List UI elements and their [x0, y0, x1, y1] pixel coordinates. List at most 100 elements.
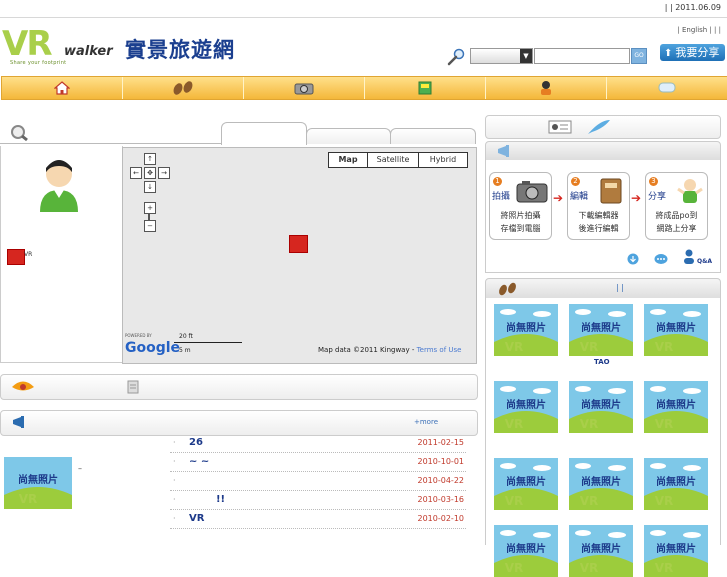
news-title[interactable]: ~ ~: [189, 456, 209, 467]
pan-center-icon[interactable]: ✥: [144, 167, 156, 179]
news-row[interactable]: · !! 2010-03-16: [170, 493, 466, 510]
nav-footprints[interactable]: [123, 77, 244, 99]
nav-map[interactable]: [365, 77, 486, 99]
pan-up-icon[interactable]: ↑: [144, 153, 156, 165]
zoom-out-icon[interactable]: −: [144, 220, 156, 232]
photo-thumbnail[interactable]: 尚無照片 VR: [569, 304, 633, 356]
feather-icon: [588, 120, 610, 134]
pan-left-icon[interactable]: ←: [130, 167, 142, 179]
map-book-icon: [418, 81, 432, 95]
step-desc-2: 網路上分享: [656, 224, 697, 233]
news-row[interactable]: · 2010-04-22: [170, 474, 466, 491]
nav-forum[interactable]: [607, 77, 727, 99]
pan-right-icon[interactable]: →: [158, 167, 170, 179]
share-button[interactable]: ⬆ 我要分享: [660, 44, 725, 61]
footprints-icon: [499, 282, 516, 296]
photo-thumbnail[interactable]: 尚無照片 VR: [644, 458, 708, 510]
person-icon[interactable]: [683, 249, 695, 265]
bullet-icon: ·: [173, 476, 176, 485]
map-type-selector: Map Satellite Hybrid: [328, 152, 468, 168]
photo-placeholder-text: 尚無照片: [581, 321, 621, 334]
news-row[interactable]: · ~ ~ 2010-10-01: [170, 455, 466, 472]
svg-text:VR: VR: [655, 417, 674, 431]
photo-placeholder-text: 尚無照片: [506, 321, 546, 334]
map-copyright: Map data ©2011 Kingway - Terms of Use: [318, 346, 461, 354]
news-thumbnail[interactable]: 尚無照片 VR: [4, 457, 72, 509]
powered-by: POWERED BY: [125, 333, 152, 338]
megaphone-icon: [498, 145, 509, 157]
photo-thumbnail[interactable]: 尚無照片 VR: [494, 381, 558, 433]
news-title[interactable]: 26: [189, 437, 203, 448]
svg-text:VR: VR: [655, 561, 674, 575]
photo-placeholder-text: 尚無照片: [581, 542, 621, 555]
photo-thumbnail[interactable]: 尚無照片 VR: [494, 525, 558, 577]
nav-photos[interactable]: [244, 77, 365, 99]
news-title[interactable]: VR: [189, 513, 204, 524]
google-logo[interactable]: Google: [125, 340, 180, 356]
photo-thumbnail[interactable]: 尚無照片 VR: [644, 525, 708, 577]
bullet-icon: ·: [173, 495, 176, 504]
chat-icon[interactable]: [654, 253, 668, 265]
svg-text:VR: VR: [580, 417, 599, 431]
pan-down-icon[interactable]: ↓: [144, 181, 156, 193]
photo-thumbnail[interactable]: 尚無照片 VR: [569, 525, 633, 577]
terms-link[interactable]: Terms of Use: [417, 346, 462, 354]
photo-thumbnail[interactable]: 尚無照片 VR: [644, 381, 708, 433]
news-date: 2010-04-22: [417, 476, 465, 485]
news-more-link[interactable]: +more: [414, 418, 438, 426]
howto-header: [485, 141, 721, 161]
step-shoot[interactable]: 1 拍攝 將照片拍攝 存檔到電腦: [489, 172, 552, 240]
news-title[interactable]: !!: [216, 494, 225, 505]
photo-placeholder-text: 尚無照片: [581, 398, 621, 411]
step-share[interactable]: 3 分享 將成品po到 網路上分享: [645, 172, 708, 240]
svg-text:VR: VR: [655, 494, 674, 508]
news-row[interactable]: · 26 2011-02-15: [170, 436, 466, 453]
search-category-select[interactable]: ▼: [470, 48, 533, 64]
maptype-satellite[interactable]: Satellite: [368, 153, 419, 167]
photo-thumbnail[interactable]: 尚無照片 VR: [569, 381, 633, 433]
step-label: 拍攝: [492, 192, 511, 202]
maptype-map[interactable]: Map: [329, 153, 368, 167]
step-desc-1: 將照片拍攝: [500, 211, 541, 220]
photo-thumbnail[interactable]: 尚無照片 VR: [494, 458, 558, 510]
language-links[interactable]: | English | | |: [677, 26, 721, 34]
map-marker-icon[interactable]: [289, 235, 308, 253]
zoom-in-icon[interactable]: +: [144, 202, 156, 214]
right-top-panel: [485, 115, 721, 139]
eye-icon: [12, 381, 34, 391]
go-button[interactable]: GO: [631, 48, 647, 64]
tab-3[interactable]: [390, 128, 476, 144]
top-date: | | 2011.06.09: [664, 3, 721, 12]
main-nav: [1, 76, 727, 100]
svg-text:VR: VR: [19, 492, 38, 506]
step-label: 分享: [648, 192, 667, 202]
step-edit[interactable]: 2 編輯 下載編輯器 後進行編輯: [567, 172, 630, 240]
download-icon[interactable]: [627, 253, 639, 265]
nav-member[interactable]: [486, 77, 607, 99]
avatar[interactable]: [38, 158, 80, 212]
tab-2[interactable]: [306, 128, 391, 144]
photo-thumbnail[interactable]: 尚無照片 VR: [494, 304, 558, 356]
logo-vr: VR: [2, 24, 52, 64]
arrow-right-icon: ➔: [553, 191, 564, 205]
site-logo[interactable]: VR walker Share your footprint: [2, 26, 117, 68]
qa-link[interactable]: Q&A: [697, 258, 712, 265]
tab-active[interactable]: [221, 122, 307, 145]
maptype-hybrid[interactable]: Hybrid: [419, 153, 467, 167]
search-tabs: [0, 122, 476, 145]
photo-thumbnail[interactable]: 尚無照片 VR: [569, 458, 633, 510]
svg-text:VR: VR: [580, 561, 599, 575]
camera-icon: [516, 181, 548, 203]
search-input[interactable]: [534, 48, 630, 64]
scale-metric: 5 m: [179, 347, 191, 354]
nav-home[interactable]: [2, 77, 123, 99]
megaphone-icon: [13, 416, 24, 428]
news-date: 2011-02-15: [417, 438, 465, 447]
map-view[interactable]: [122, 147, 477, 364]
photo-placeholder-text: 尚無照片: [581, 475, 621, 488]
map-scale-bar: [174, 342, 242, 343]
news-row[interactable]: · VR 2010-02-10: [170, 512, 466, 529]
vr-icon[interactable]: [7, 249, 25, 265]
photo-placeholder-text: 尚無照片: [656, 542, 696, 555]
photo-thumbnail[interactable]: 尚無照片 VR: [644, 304, 708, 356]
